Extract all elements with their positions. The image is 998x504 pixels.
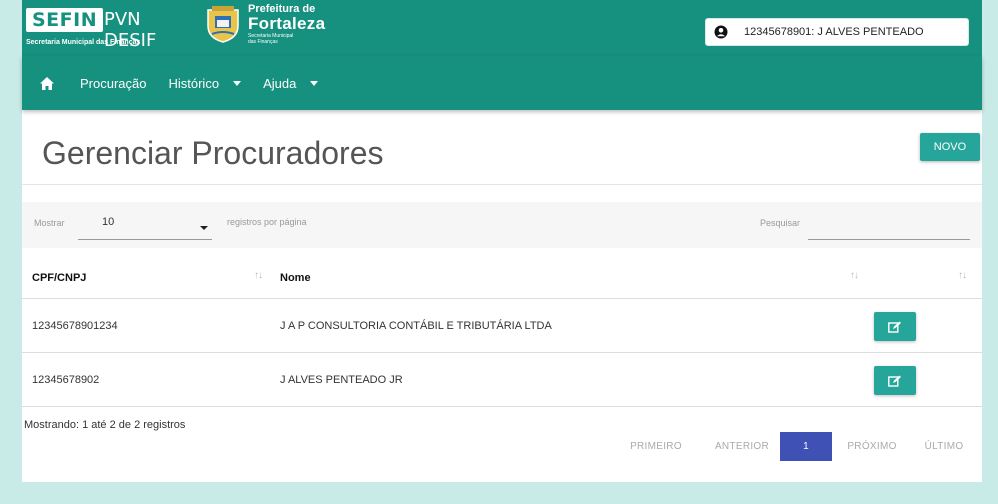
prefeitura-logo: Prefeitura de Fortaleza Secretaria Munic…: [248, 4, 326, 46]
caret-down-icon: [233, 80, 242, 86]
column-header-cpf-cnpj[interactable]: CPF/CNPJ: [32, 272, 86, 284]
home-icon[interactable]: [40, 76, 54, 90]
edit-button[interactable]: [874, 366, 916, 395]
edit-button[interactable]: [874, 312, 916, 341]
sort-actions-icon[interactable]: ↑↓: [958, 270, 967, 281]
nav-procuracao[interactable]: Procuração: [80, 76, 146, 91]
pagination-prev[interactable]: ANTERIOR: [704, 432, 780, 461]
pagination-first[interactable]: PRIMEIRO: [618, 432, 694, 461]
search-label: Pesquisar: [760, 218, 801, 228]
prefeitura-line4: das Finanças: [248, 39, 278, 45]
edit-icon: [888, 321, 901, 333]
cell-nome: J ALVES PENTEADO JR: [280, 374, 403, 386]
records-info: Mostrando: 1 até 2 de 2 registros: [24, 419, 186, 431]
cell-cpf-cnpj: 12345678901234: [32, 320, 118, 332]
sefin-subtitle: Secretaria Municipal das Finanças: [26, 39, 141, 46]
cell-nome: J A P CONSULTORIA CONTÁBIL E TRIBUTÁRIA …: [280, 320, 552, 332]
prefeitura-line2: Fortaleza: [248, 14, 326, 33]
search-input[interactable]: [808, 210, 970, 240]
nav-ajuda[interactable]: Ajuda: [263, 75, 319, 91]
user-name: 12345678901: J ALVES PENTEADO: [744, 26, 924, 38]
page-title: Gerenciar Procuradores: [42, 135, 384, 171]
nav-procuracao-label: Procuração: [80, 75, 147, 91]
sefin-logo: SEFIN: [26, 8, 104, 32]
new-button[interactable]: NOVO: [920, 133, 980, 161]
pagination-last[interactable]: ÚLTIMO: [918, 432, 970, 461]
pagination-next[interactable]: PRÓXIMO: [840, 432, 904, 461]
pagination-current-page[interactable]: 1: [780, 432, 832, 461]
top-header: SEFIN PVN DESIF Secretaria Municipal das…: [22, 0, 982, 56]
fortaleza-crest-logo: [207, 6, 239, 43]
user-account-box[interactable]: 12345678901: J ALVES PENTEADO: [705, 18, 969, 46]
sefin-brand[interactable]: SEFIN PVN DESIF Secretaria Municipal das…: [22, 6, 197, 51]
title-divider: [22, 184, 982, 185]
row-divider: [22, 298, 982, 299]
row-divider: [22, 406, 982, 407]
nav-historico-label: Histórico: [168, 75, 220, 91]
edit-icon: [888, 375, 901, 387]
column-header-nome[interactable]: Nome: [280, 272, 311, 284]
cell-cpf-cnpj: 12345678902: [32, 374, 100, 386]
main-navbar: Procuração Histórico Ajuda: [22, 56, 982, 110]
row-divider: [22, 352, 982, 353]
sort-cpf-cnpj-icon[interactable]: ↑↓: [254, 270, 263, 281]
nav-historico[interactable]: Histórico: [168, 75, 242, 91]
show-label: Mostrar: [34, 218, 65, 228]
per-page-label: registros por página: [227, 217, 307, 227]
page-size-value: 10: [102, 216, 115, 228]
page-container: SEFIN PVN DESIF Secretaria Municipal das…: [22, 0, 982, 482]
nav-ajuda-label: Ajuda: [263, 75, 297, 91]
table-controls: Mostrar 10 registros por página Pesquisa…: [22, 202, 982, 248]
dropdown-arrow-icon: [200, 226, 208, 230]
user-circle-icon: [706, 25, 736, 39]
sort-nome-icon[interactable]: ↑↓: [850, 270, 859, 281]
page-size-select[interactable]: 10: [78, 212, 212, 240]
caret-down-icon: [310, 80, 319, 86]
